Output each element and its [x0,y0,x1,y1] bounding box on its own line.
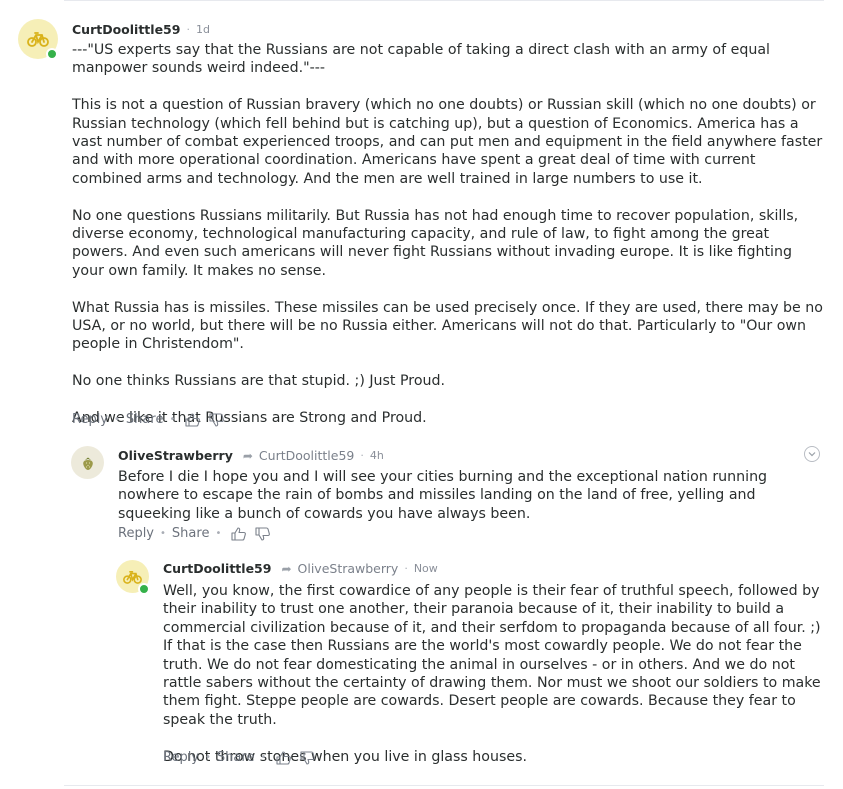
thumbs-down-icon[interactable] [300,750,316,765]
thumbs-down-icon[interactable] [209,412,225,427]
bottom-divider [64,785,824,786]
reply-button[interactable]: Reply [163,750,199,765]
meta-separator: · [360,449,364,462]
comment-body: Well, you know, the first cowardice of a… [163,582,825,766]
chevron-down-icon [808,452,816,457]
online-status-dot [46,48,58,60]
comment-body: Before I die I hope you and I will see y… [118,468,808,523]
comment-paragraph: Before I die I hope you and I will see y… [118,469,768,522]
comment-meta: CurtDoolittle59 · 1d [72,22,210,37]
timestamp[interactable]: Now [414,562,438,575]
action-separator: • [215,528,222,539]
timestamp[interactable]: 1d [196,23,210,36]
bicycle-icon [123,570,142,584]
reply-button[interactable]: Reply [118,526,154,541]
meta-separator: · [404,562,408,575]
thumbs-up-icon[interactable] [185,412,201,427]
thumbs-down-icon[interactable] [255,526,271,541]
author-name[interactable]: CurtDoolittle59 [72,22,180,37]
in-reply-to-author[interactable]: CurtDoolittle59 [259,448,354,463]
share-button[interactable]: Share [217,750,255,765]
bicycle-icon [27,32,49,47]
comment-actions: Reply • Share • [163,750,320,765]
avatar[interactable] [71,446,104,479]
action-separator: • [114,414,120,425]
comment-paragraph: This is not a question of Russian braver… [72,97,823,187]
thumbs-up-icon[interactable] [231,526,247,541]
comment-meta: OliveStrawberry ➦ CurtDoolittle59 · 4h [118,448,384,463]
comment-meta: CurtDoolittle59 ➦ OliveStrawberry · Now [163,561,438,576]
reply-button[interactable]: Reply [72,412,108,427]
meta-separator: · [186,23,190,36]
action-separator: • [205,752,211,763]
comment-actions: Reply • Share • [118,526,275,541]
author-name[interactable]: OliveStrawberry [118,448,233,463]
action-separator: • [169,414,176,425]
reply-arrow-icon: ➦ [242,448,253,463]
author-name[interactable]: CurtDoolittle59 [163,561,271,576]
comment-paragraph: What Russia has is missiles. These missi… [72,299,823,353]
thumbs-up-icon[interactable] [276,750,292,765]
top-divider [64,0,824,1]
comment-body: ---"US experts say that the Russians are… [72,41,828,427]
in-reply-to-author[interactable]: OliveStrawberry [298,561,399,576]
timestamp[interactable]: 4h [370,449,384,462]
comment-paragraph: No one questions Russians militarily. Bu… [72,207,799,279]
online-status-dot [138,583,150,595]
comment-paragraph: ---"US experts say that the Russians are… [72,42,770,77]
comment-actions: Reply • Share • [72,412,229,427]
collapse-button[interactable] [804,446,820,462]
reply-arrow-icon: ➦ [281,561,292,576]
comment-paragraph: No one thinks Russians are that stupid. … [72,373,446,390]
action-separator: • [260,752,267,763]
action-separator: • [160,528,166,539]
comment-paragraph: Well, you know, the first cowardice of a… [163,583,821,728]
share-button[interactable]: Share [126,412,164,427]
share-button[interactable]: Share [172,526,210,541]
strawberry-icon [82,457,93,470]
